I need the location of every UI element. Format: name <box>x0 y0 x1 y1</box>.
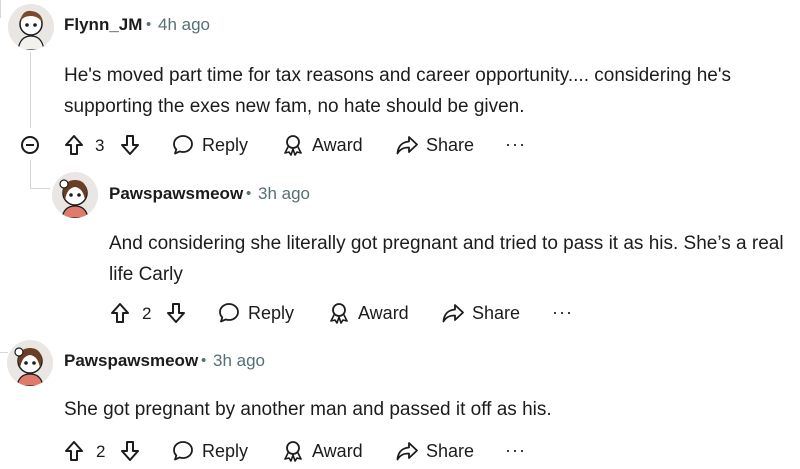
comment-text: She got pregnant by another man and pass… <box>64 399 552 420</box>
speech-bubble-icon <box>219 303 239 323</box>
award-button[interactable]: Award <box>328 302 409 324</box>
thread-line-left <box>0 0 1 18</box>
comment-text: He's moved part time for tax reasons and… <box>64 65 731 117</box>
thread-line-elbow <box>30 188 50 189</box>
reply-button[interactable]: Reply <box>172 134 248 156</box>
downvote-arrow-icon[interactable] <box>120 440 140 467</box>
share-label: Share <box>472 302 521 323</box>
more-options-button[interactable]: ··· <box>505 440 526 461</box>
award-ribbon-icon <box>284 135 302 156</box>
share-label: Share <box>426 134 475 155</box>
more-options-button[interactable]: ··· <box>552 302 573 323</box>
speech-bubble-icon <box>173 441 193 461</box>
thread-line-child <box>30 160 31 188</box>
award-ribbon-icon <box>330 303 348 324</box>
reply-label: Reply <box>202 134 249 155</box>
reply-button[interactable]: Reply <box>172 440 248 462</box>
award-button[interactable]: Award <box>282 134 363 156</box>
timestamp[interactable]: 4h ago <box>158 15 210 35</box>
share-arrow-icon <box>396 136 418 155</box>
award-ribbon-icon <box>284 441 302 462</box>
upvote-arrow-icon[interactable] <box>64 440 84 467</box>
avatar[interactable] <box>52 172 98 218</box>
avatar[interactable] <box>8 4 54 50</box>
separator-dot: • <box>201 352 207 369</box>
more-options-button[interactable]: ··· <box>505 134 526 155</box>
thread-line-main <box>30 52 31 128</box>
share-arrow-icon <box>442 304 464 323</box>
timestamp[interactable]: 3h ago <box>258 184 310 204</box>
vote-count: 2 <box>96 442 106 461</box>
vote-count: 2 <box>142 304 152 323</box>
collapse-minus-icon[interactable] <box>21 136 39 154</box>
reply-label: Reply <box>248 302 295 323</box>
share-button[interactable]: Share <box>396 440 474 462</box>
username[interactable]: Flynn_JM <box>64 15 142 35</box>
username[interactable]: Pawspawsmeow <box>109 184 243 204</box>
award-label: Award <box>358 302 409 323</box>
avatar[interactable] <box>7 340 53 386</box>
reply-button[interactable]: Reply <box>218 302 294 324</box>
downvote-arrow-icon[interactable] <box>120 134 140 161</box>
downvote-arrow-icon[interactable] <box>166 302 186 329</box>
separator-dot: • <box>146 16 152 33</box>
share-button[interactable]: Share <box>442 302 520 324</box>
username[interactable]: Pawspawsmeow <box>64 351 198 371</box>
share-label: Share <box>426 440 475 461</box>
award-button[interactable]: Award <box>282 440 363 462</box>
share-arrow-icon <box>396 442 418 461</box>
upvote-arrow-icon[interactable] <box>64 134 84 161</box>
vote-count: 3 <box>95 136 105 155</box>
award-label: Award <box>312 134 363 155</box>
award-label: Award <box>312 440 363 461</box>
timestamp[interactable]: 3h ago <box>213 351 265 371</box>
speech-bubble-icon <box>173 135 193 155</box>
comment-text: And considering she literally got pregna… <box>109 233 784 285</box>
share-button[interactable]: Share <box>396 134 474 156</box>
reply-label: Reply <box>202 440 249 461</box>
upvote-arrow-icon[interactable] <box>110 302 130 329</box>
separator-dot: • <box>246 185 252 202</box>
